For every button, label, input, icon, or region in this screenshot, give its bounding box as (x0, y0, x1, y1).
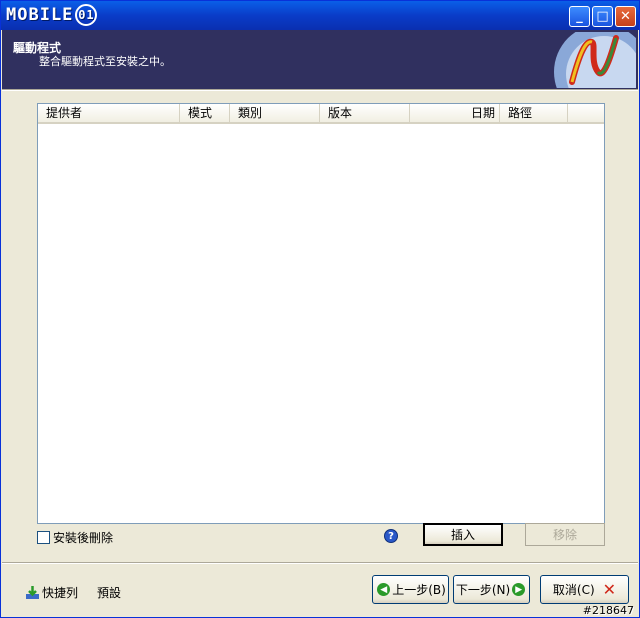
page-subtitle: 整合驅動程式至安裝之中。 (39, 55, 171, 68)
header-divider (2, 89, 638, 91)
column-class[interactable]: 類別 (230, 104, 320, 122)
driver-list-header: 提供者 模式 類別 版本 日期 路徑 (38, 104, 604, 124)
maximize-icon: □ (596, 9, 609, 24)
maximize-button[interactable]: □ (592, 6, 613, 27)
header-logo-art (554, 32, 636, 88)
logo-text: MOBILE (6, 5, 74, 25)
driver-list[interactable]: 提供者 模式 類別 版本 日期 路徑 (37, 103, 605, 524)
main-window: MOBILE 01 _ □ ✕ 驅動程式 整合驅動程式至安裝之中。 提供者 模式… (0, 0, 640, 618)
column-provider[interactable]: 提供者 (38, 104, 180, 122)
quickbar-download-icon (26, 586, 39, 599)
back-arrow-icon: ◀ (377, 583, 391, 596)
column-date[interactable]: 日期 (410, 104, 500, 122)
next-button[interactable]: 下一步(N) ▶ (453, 575, 530, 604)
wizard-header: 驅動程式 整合驅動程式至安裝之中。 (2, 30, 638, 89)
title-bar[interactable]: MOBILE 01 _ □ ✕ (1, 1, 639, 30)
footer-divider (2, 562, 638, 564)
cancel-button-label: 取消(C) (552, 583, 595, 597)
help-icon[interactable]: ? (384, 529, 398, 543)
delete-after-install-label: 安裝後刪除 (53, 531, 114, 545)
cancel-button[interactable]: 取消(C) ✕ (540, 575, 629, 604)
minimize-icon: _ (576, 9, 583, 24)
logo-badge: 01 (75, 4, 98, 26)
column-mode[interactable]: 模式 (180, 104, 230, 122)
back-button-label: 上一步(B) (392, 583, 446, 597)
next-arrow-icon: ▶ (512, 583, 526, 596)
close-button[interactable]: ✕ (615, 6, 636, 27)
quickbar-link[interactable]: 快捷列 (25, 584, 78, 601)
next-button-label: 下一步(N) (455, 583, 511, 597)
quickbar-label: 快捷列 (42, 586, 79, 600)
cancel-x-icon: ✕ (602, 580, 617, 599)
column-version[interactable]: 版本 (320, 104, 410, 122)
delete-after-install-option[interactable]: 安裝後刪除 (37, 529, 113, 546)
remove-button[interactable]: 移除 (525, 523, 605, 546)
preset-link[interactable]: 預設 (97, 584, 121, 601)
insert-button[interactable]: 插入 (423, 523, 503, 546)
app-logo: MOBILE 01 (6, 4, 98, 26)
watermark: #218647 (582, 604, 634, 617)
minimize-button[interactable]: _ (569, 6, 590, 27)
delete-after-install-checkbox[interactable] (37, 531, 50, 544)
back-button[interactable]: ◀ 上一步(B) (372, 575, 449, 604)
close-icon: ✕ (620, 9, 631, 24)
column-path[interactable]: 路徑 (500, 104, 568, 122)
